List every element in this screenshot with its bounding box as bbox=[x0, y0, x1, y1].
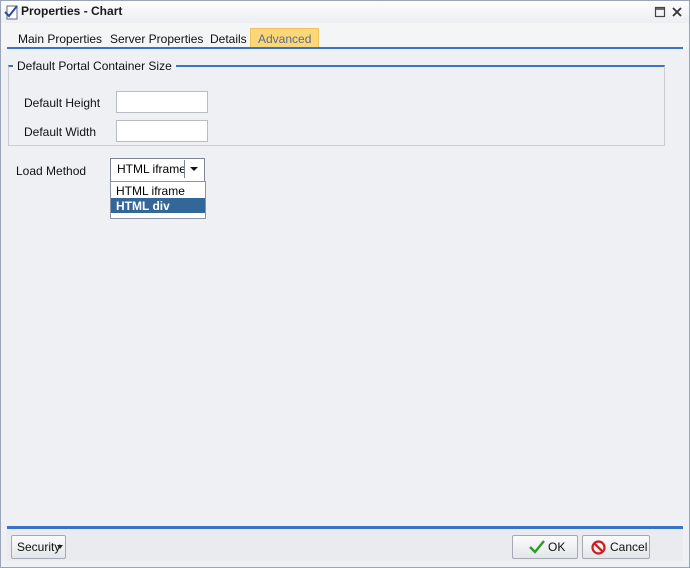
option-html-iframe[interactable]: HTML iframe bbox=[111, 183, 205, 198]
checkmark-icon bbox=[529, 540, 545, 554]
maximize-icon[interactable] bbox=[654, 6, 666, 18]
close-icon[interactable] bbox=[671, 6, 683, 18]
load-method-options: HTML iframe HTML div bbox=[110, 181, 206, 219]
tab-details[interactable]: Details bbox=[210, 32, 247, 46]
chevron-down-icon bbox=[190, 167, 198, 171]
load-method-label: Load Method bbox=[16, 164, 87, 178]
cancel-button[interactable]: Cancel bbox=[582, 535, 650, 559]
properties-dialog: Properties - Chart Main Properties Serve… bbox=[0, 0, 690, 568]
tab-server-properties[interactable]: Server Properties bbox=[110, 32, 203, 46]
default-width-input[interactable] bbox=[116, 120, 208, 142]
default-height-input[interactable] bbox=[116, 91, 208, 113]
default-height-label: Default Height bbox=[24, 96, 101, 110]
tab-advanced[interactable]: Advanced bbox=[250, 28, 320, 48]
container-size-group: Default Portal Container Size bbox=[8, 59, 665, 146]
tab-bar: Main Properties Server Properties Detail… bbox=[1, 23, 689, 49]
container-size-legend: Default Portal Container Size bbox=[17, 59, 172, 73]
title-bar[interactable]: Properties - Chart bbox=[1, 1, 689, 24]
option-html-div[interactable]: HTML div bbox=[111, 198, 205, 213]
ok-button[interactable]: OK bbox=[512, 535, 578, 559]
load-method-select[interactable]: HTML iframe bbox=[110, 158, 205, 182]
window-title: Properties - Chart bbox=[21, 4, 123, 18]
load-method-selected-value: HTML iframe bbox=[117, 162, 186, 176]
default-width-label: Default Width bbox=[24, 125, 97, 139]
security-menu-button[interactable]: Security bbox=[11, 535, 66, 559]
dropdown-button[interactable] bbox=[184, 160, 203, 178]
tab-main-properties[interactable]: Main Properties bbox=[18, 32, 102, 46]
caret-down-icon bbox=[57, 545, 63, 549]
cancel-prohibited-icon bbox=[591, 540, 606, 555]
properties-check-icon bbox=[4, 5, 18, 20]
